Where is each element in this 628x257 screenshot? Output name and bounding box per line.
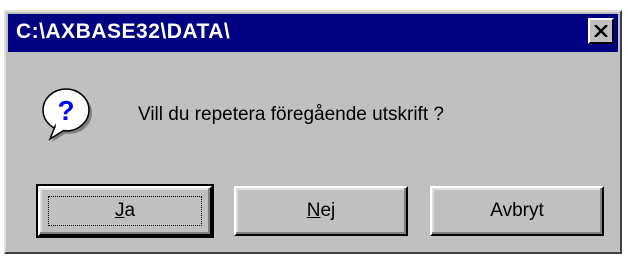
cancel-button-label: Avbryt — [490, 200, 544, 221]
title-bar[interactable]: C:\AXBASE32\DATA\ — [8, 14, 618, 52]
question-icon: ? — [42, 88, 92, 142]
yes-button[interactable]: Ja — [36, 184, 214, 238]
focus-indicator — [48, 196, 202, 226]
no-button-label: Nej — [306, 200, 336, 221]
cancel-button[interactable]: Avbryt — [430, 186, 604, 236]
dialog-window: C:\AXBASE32\DATA\ ? Vill du repetera för… — [4, 10, 622, 254]
window-title: C:\AXBASE32\DATA\ — [16, 20, 231, 43]
svg-text:?: ? — [57, 95, 74, 126]
close-icon — [594, 25, 608, 37]
dialog-message: Vill du repetera föregående utskrift ? — [138, 104, 444, 125]
close-button[interactable] — [588, 18, 614, 44]
no-button[interactable]: Nej — [234, 186, 408, 236]
